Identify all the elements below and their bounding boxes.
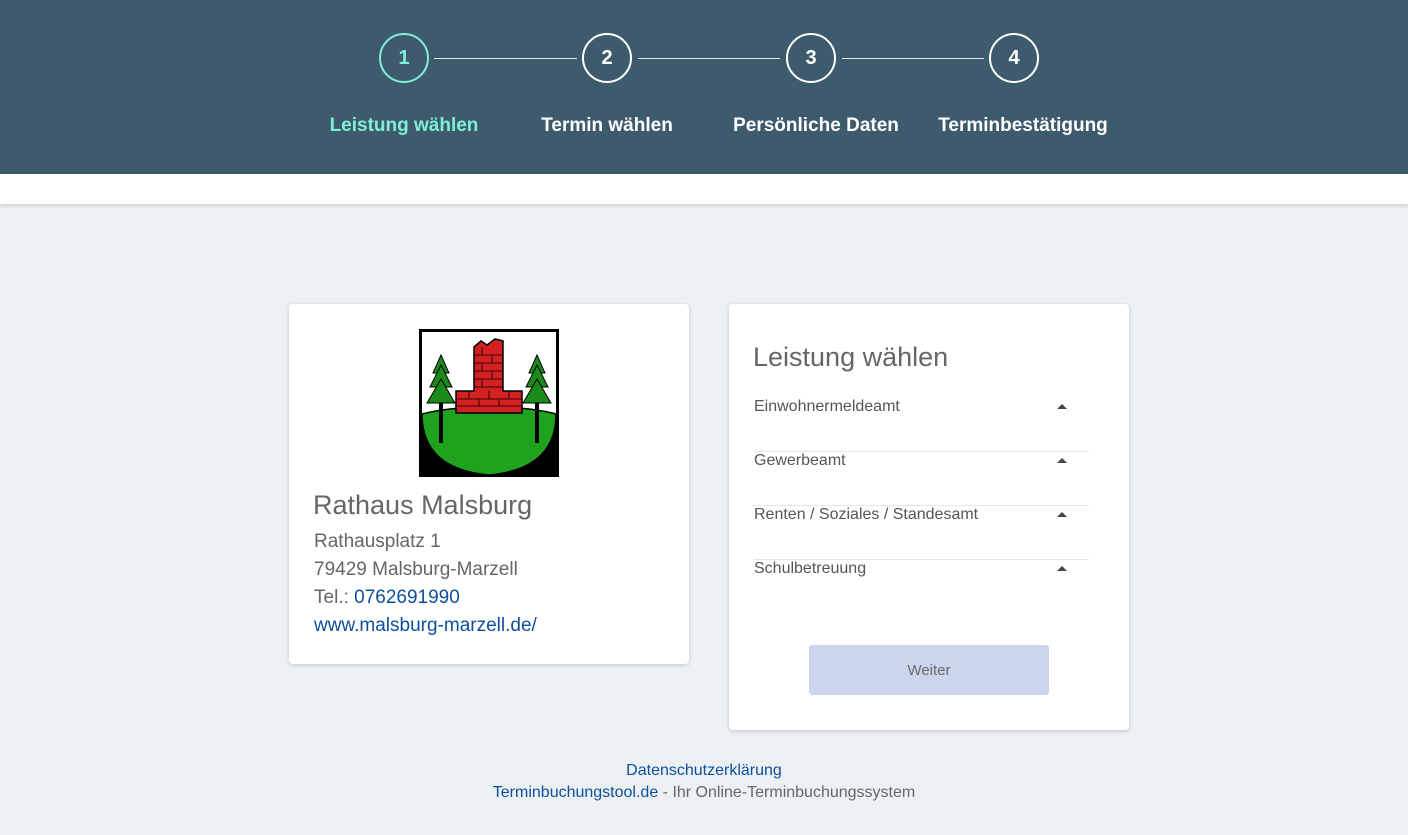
step-2-circle[interactable]: 2 — [582, 33, 632, 83]
office-city: 79429 Malsburg-Marzell — [314, 559, 518, 580]
step-connector — [638, 58, 780, 59]
step-4-circle[interactable]: 4 — [989, 33, 1039, 83]
subheader-bar — [0, 174, 1408, 204]
step-1-label: Leistung wählen — [329, 115, 479, 136]
service-item-gewerbeamt[interactable]: Gewerbeamt — [754, 452, 1089, 506]
terminbuchungstool-link[interactable]: Terminbuchungstool.de — [493, 784, 658, 801]
step-1-circle[interactable]: 1 — [379, 33, 429, 83]
step-4-label: Terminbestätigung — [938, 115, 1108, 136]
service-section-title: Leistung wählen — [753, 342, 949, 372]
office-website-line: www.malsburg-marzell.de/ — [314, 615, 537, 637]
footer-tagline: - Ihr Online-Terminbuchungssystem — [658, 784, 916, 801]
step-connector — [434, 58, 577, 59]
service-item-label: Gewerbeamt — [754, 452, 846, 469]
office-phone-line: Tel.: 0762691990 — [314, 587, 460, 609]
service-selection-card: Leistung wählen Einwohnermeldeamt Gewerb… — [729, 304, 1129, 730]
caret-up-icon — [1057, 458, 1067, 463]
next-button[interactable]: Weiter — [809, 645, 1049, 695]
phone-prefix: Tel.: — [314, 587, 355, 608]
service-item-label: Schulbetreuung — [754, 560, 867, 577]
footer: Datenschutzerklärung Terminbuchungstool.… — [0, 760, 1408, 804]
step-3-circle[interactable]: 3 — [786, 33, 836, 83]
step-3-label: Persönliche Daten — [733, 115, 899, 136]
website-link[interactable]: www.malsburg-marzell.de/ — [314, 615, 537, 636]
step-2-label: Termin wählen — [541, 115, 673, 136]
service-item-einwohnermeldeamt[interactable]: Einwohnermeldeamt — [754, 398, 1089, 452]
service-item-schulbetreuung[interactable]: Schulbetreuung — [754, 560, 1089, 614]
service-item-renten-soziales-standesamt[interactable]: Renten / Soziales / Standesamt — [754, 506, 1089, 560]
progress-stepper: 1 2 3 4 Leistung wählen Termin wählen Pe… — [0, 0, 1408, 174]
step-connector — [842, 58, 984, 59]
caret-up-icon — [1057, 512, 1067, 517]
office-name: Rathaus Malsburg — [313, 490, 533, 520]
service-item-label: Einwohnermeldeamt — [754, 398, 900, 415]
phone-link[interactable]: 0762691990 — [354, 587, 460, 608]
service-item-label: Renten / Soziales / Standesamt — [754, 506, 979, 523]
caret-up-icon — [1057, 566, 1067, 571]
caret-up-icon — [1057, 404, 1067, 409]
coat-of-arms-icon — [419, 329, 559, 477]
privacy-link[interactable]: Datenschutzerklärung — [626, 762, 782, 779]
header-bar: 1 2 3 4 Leistung wählen Termin wählen Pe… — [0, 0, 1408, 174]
office-info-card: Rathaus Malsburg Rathausplatz 1 79429 Ma… — [289, 304, 689, 664]
office-street: Rathausplatz 1 — [314, 531, 441, 552]
